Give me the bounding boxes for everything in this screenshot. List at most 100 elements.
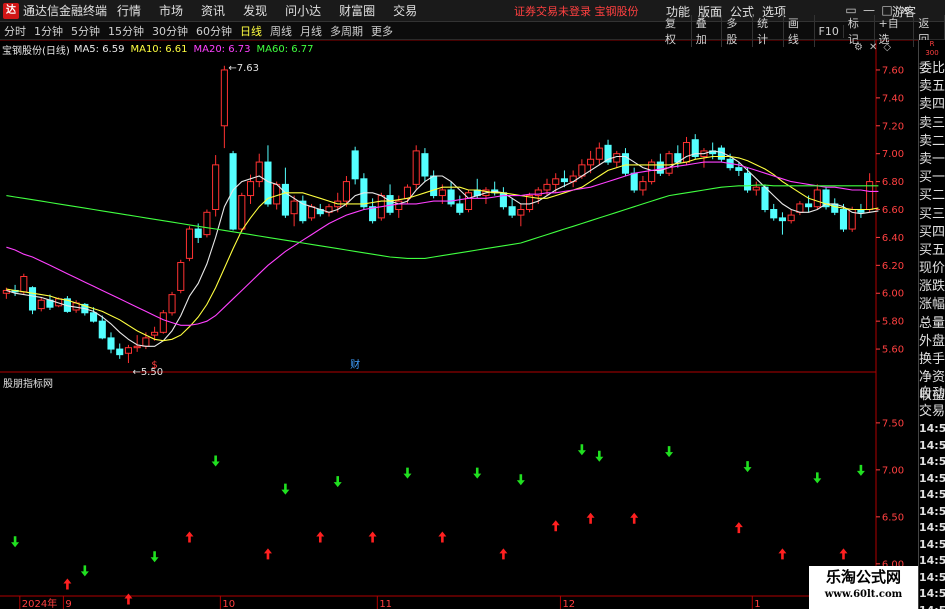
app-title: 通达信金融终端: [23, 4, 108, 18]
candle-body: [203, 211, 211, 236]
close-icon[interactable]: ✕: [869, 42, 877, 53]
candle-body: [560, 178, 568, 183]
menu-item-assistant[interactable]: 问小达: [285, 2, 321, 19]
candle-body: [499, 192, 507, 208]
buy-arrow-icon: [438, 531, 447, 543]
buy-arrow-icon: [586, 512, 595, 524]
quote-panel-head: R 300: [925, 40, 939, 57]
y-tick-label: 7.40: [882, 93, 904, 104]
candle-body: [682, 142, 691, 163]
quote-row-label: 卖一: [919, 151, 945, 167]
account-status[interactable]: 证券交易未登录 宝钢股份: [514, 3, 639, 19]
buy-arrow-icon: [263, 548, 272, 560]
period-5min[interactable]: 5分钟: [67, 23, 104, 39]
main-chart-tools: ⚙ ✕ ◇: [848, 42, 891, 53]
candle-body: [587, 158, 595, 166]
period-monthly[interactable]: 月线: [296, 23, 326, 39]
quote-row-label: 买二: [919, 188, 945, 204]
candle-body: [665, 153, 673, 174]
quote-row-label: 现价: [919, 261, 945, 277]
x-tick-label: 12: [562, 599, 575, 609]
period-15min[interactable]: 15分钟: [104, 23, 148, 39]
menu-item-discover[interactable]: 发现: [243, 2, 267, 19]
sell-arrow-icon: [281, 483, 290, 495]
indicator-name[interactable]: 股朋指标网: [3, 375, 53, 390]
period-weekly[interactable]: 周线: [266, 23, 296, 39]
candle-body: [508, 206, 516, 216]
sell-arrow-icon: [743, 461, 752, 473]
y-tick-label: 6.00: [882, 289, 904, 300]
auto-trade[interactable]: 自动 交易: [919, 385, 945, 421]
candle-body: [447, 189, 455, 205]
candle-body: [255, 161, 263, 183]
candle-body: [281, 183, 289, 216]
tick-time: 14:56: [919, 504, 945, 518]
kline-chart[interactable]: 5.60 5.80 6.00 6.20 6.40 6.60 6.80 7.00 7.20 7.40…: [0, 0, 945, 609]
period-multi[interactable]: 多周期: [326, 23, 367, 39]
ma20-label: MA20: 6.73: [193, 43, 251, 55]
tick-time: 14:56: [919, 554, 945, 567]
tool-multi-stock[interactable]: 多股: [722, 15, 754, 47]
x-tick-label: 10: [222, 599, 235, 609]
candle-body: [351, 150, 359, 180]
period-1min[interactable]: 1分钟: [30, 23, 67, 39]
sell-arrow-icon: [80, 565, 89, 577]
tick-times: 14:56 14:56 14:56 14:56 14:56 14:56 14:56 14:56…: [919, 421, 945, 609]
menu-item-trade[interactable]: 交易: [393, 2, 417, 19]
menu-item-markets[interactable]: 市场: [159, 2, 183, 19]
tool-adjust[interactable]: 复权: [661, 15, 692, 47]
app-logo-icon: 达: [3, 2, 19, 19]
diamond-icon[interactable]: ◇: [883, 42, 891, 53]
y-tick-label: 5.80: [882, 317, 904, 328]
candle-body: [116, 348, 124, 356]
candle-body: [220, 69, 228, 127]
candle-body: [185, 228, 194, 259]
quote-row-label: 卖四: [919, 97, 945, 113]
stock-name[interactable]: 宝钢股份(日线): [2, 42, 70, 57]
candle-body: [37, 299, 45, 310]
buy-arrow-icon: [499, 548, 508, 560]
buy-arrow-icon: [124, 593, 133, 605]
period-daily[interactable]: 日线: [236, 23, 266, 39]
quote-row-label: 委比: [919, 61, 945, 76]
candle-body: [151, 331, 159, 336]
candle-body: [552, 178, 560, 185]
candle-body: [430, 175, 438, 197]
quote-row-label: 涨幅: [919, 297, 945, 313]
menu-item-market[interactable]: 行情: [117, 2, 141, 19]
settings-icon[interactable]: ⚙: [854, 42, 863, 53]
menu-item-news[interactable]: 资讯: [201, 2, 225, 19]
candle-body: [124, 347, 132, 354]
candle-body: [246, 181, 255, 197]
menu-item-wealth[interactable]: 财富圈: [339, 2, 375, 19]
candle-body: [770, 209, 778, 219]
quote-row-label: 涨跌: [919, 279, 945, 295]
period-intraday[interactable]: 分时: [0, 23, 30, 39]
candle-body: [464, 192, 473, 211]
period-30min[interactable]: 30分钟: [148, 23, 192, 39]
candle-body: [90, 312, 98, 322]
period-60min[interactable]: 60分钟: [192, 23, 236, 39]
sell-arrow-icon: [211, 455, 220, 467]
event-marker: 财: [350, 358, 360, 371]
period-more[interactable]: 更多: [367, 23, 397, 39]
candle-body: [595, 147, 603, 160]
candle-body: [212, 164, 220, 211]
tool-stats[interactable]: 统计: [753, 15, 784, 47]
candle-body: [290, 200, 298, 215]
event-marker: $: [151, 360, 157, 371]
sell-arrow-icon: [403, 467, 412, 479]
candle-body: [107, 337, 115, 350]
tool-overlay[interactable]: 叠加: [692, 15, 723, 47]
buy-arrow-icon: [368, 531, 377, 543]
main-legend: 宝钢股份(日线) MA5: 6.59 MA10: 6.61 MA20: 6.73…: [2, 42, 320, 57]
quote-row-label: 买五: [919, 242, 945, 258]
tool-draw[interactable]: 画线: [784, 15, 815, 47]
tool-f10[interactable]: F10: [815, 24, 844, 38]
sell-arrow-icon: [595, 450, 604, 462]
candle-body: [656, 161, 664, 174]
y-tick-label: 7.00: [882, 149, 904, 160]
sell-arrow-icon: [813, 472, 822, 484]
quote-row-label: 买三: [919, 206, 945, 222]
sell-arrow-icon: [473, 467, 482, 479]
